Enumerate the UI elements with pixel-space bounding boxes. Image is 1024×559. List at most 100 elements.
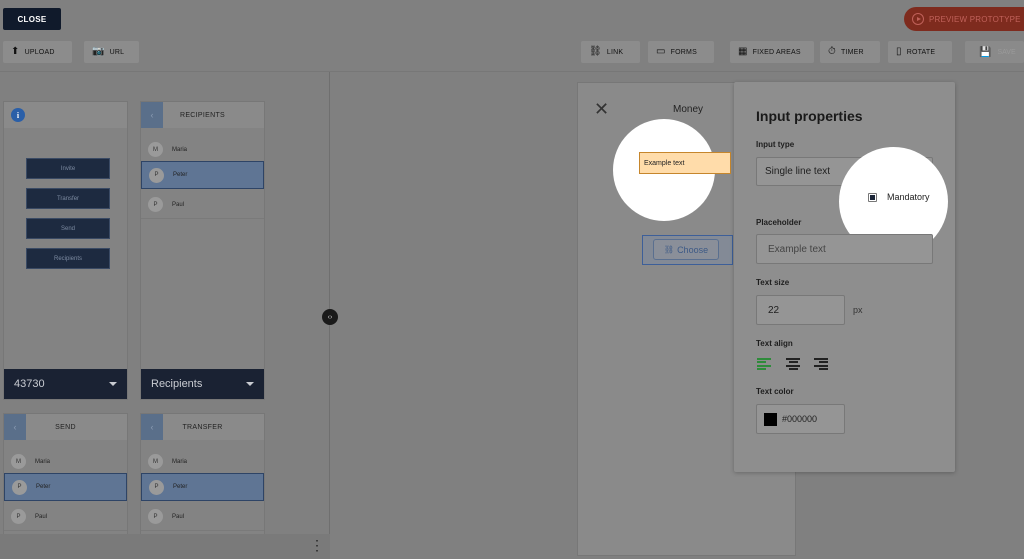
list-item[interactable]: P Paul xyxy=(4,503,127,531)
invite-button-preview[interactable]: Invite xyxy=(26,158,110,179)
list-item-selected[interactable]: P Peter xyxy=(4,473,127,501)
back-arrow-icon: ‹ xyxy=(141,414,163,440)
send-button-preview[interactable]: Send xyxy=(26,218,110,239)
list-item[interactable]: P Paul xyxy=(141,503,264,531)
fixed-areas-label: FIXED AREAS xyxy=(752,48,801,56)
text-size-label: Text size xyxy=(756,278,790,287)
list-item-label: Paul xyxy=(35,513,48,520)
text-align-label: Text align xyxy=(756,339,793,348)
preview-prototype-button[interactable]: PREVIEW PROTOTYPE xyxy=(904,7,1024,31)
text-color-label: Text color xyxy=(756,387,794,396)
timer-button[interactable]: ⏱ TIMER xyxy=(820,41,880,63)
info-icon[interactable]: i xyxy=(11,108,25,122)
list-item[interactable]: M Maria xyxy=(4,448,127,476)
preview-prototype-label: PREVIEW PROTOTYPE xyxy=(929,14,1021,24)
camera-icon: 📷 xyxy=(92,46,105,57)
list-item-label: Maria xyxy=(172,146,188,153)
screen-card-home[interactable]: i Invite Transfer Send Recipients 43730 xyxy=(3,101,128,400)
list-item-label: Paul xyxy=(172,513,185,520)
stopwatch-icon: ⏱ xyxy=(828,46,836,57)
list-item-label: Peter xyxy=(36,484,51,490)
back-arrow-icon: ‹ xyxy=(141,102,163,128)
more-vert-icon[interactable]: ⋮ xyxy=(310,538,324,552)
caret-down-icon xyxy=(109,382,117,386)
text-input-element[interactable]: Example text xyxy=(639,152,731,174)
color-swatch xyxy=(764,412,777,426)
text-color-picker[interactable]: #000000 xyxy=(756,404,845,434)
url-button[interactable]: 📷 URL xyxy=(84,41,139,63)
align-left-icon[interactable] xyxy=(757,357,771,371)
list-item-selected[interactable]: P Peter xyxy=(141,161,264,189)
list-item-label: Maria xyxy=(172,458,188,465)
recipients-button-preview[interactable]: Recipients xyxy=(26,248,110,269)
screen-selector[interactable]: Recipients xyxy=(141,369,264,399)
forms-button[interactable]: ▭ FORMS xyxy=(648,41,714,63)
upload-label: UPLOAD xyxy=(24,48,55,56)
align-right-icon[interactable] xyxy=(814,357,828,371)
save-button[interactable]: 💾 SAVE xyxy=(965,41,1024,63)
input-type-value: Single line text xyxy=(765,166,831,177)
resize-handle-icon[interactable]: ‹› xyxy=(322,309,338,325)
fixed-areas-button[interactable]: ▦ FIXED AREAS xyxy=(730,41,814,63)
close-button[interactable]: CLOSE xyxy=(3,8,61,30)
forms-icon: ▭ xyxy=(656,46,666,57)
text-size-input[interactable]: 22 xyxy=(756,295,845,325)
panel-footer xyxy=(0,534,330,559)
save-label: SAVE xyxy=(997,48,1016,56)
mandatory-label: Mandatory xyxy=(887,192,930,202)
avatar: P xyxy=(148,509,163,524)
close-icon[interactable]: ✕ xyxy=(594,100,609,118)
avatar: P xyxy=(149,167,164,183)
list-item-label: Peter xyxy=(173,172,188,178)
rotate-label: ROTATE xyxy=(906,48,936,56)
avatar: P xyxy=(148,197,163,212)
list-item-label: Maria xyxy=(35,458,51,465)
screen-card-send[interactable]: SEND ‹ M Maria P Peter P Paul xyxy=(3,413,128,538)
text-size-unit: px xyxy=(853,305,863,315)
link-icon: ⛓ xyxy=(663,245,675,254)
avatar: M xyxy=(148,454,163,469)
list-item[interactable]: M Maria xyxy=(141,136,264,164)
screen-title: Money xyxy=(673,104,704,115)
rotate-button[interactable]: ▯ ROTATE xyxy=(888,41,952,63)
panel-title: Input properties xyxy=(756,108,863,124)
list-item[interactable]: P Paul xyxy=(141,191,264,219)
screen-card-transfer[interactable]: TRANSFER ‹ M Maria P Peter P Paul xyxy=(140,413,265,538)
timer-label: TIMER xyxy=(841,48,864,56)
list-item[interactable]: M Maria xyxy=(141,448,264,476)
screen-selector[interactable]: 43730 xyxy=(4,369,127,399)
avatar: P xyxy=(11,509,26,524)
list-item-selected[interactable]: P Peter xyxy=(141,473,264,501)
caret-down-icon xyxy=(246,382,254,386)
choose-button[interactable]: ⛓ Choose xyxy=(653,239,719,260)
back-arrow-icon: ‹ xyxy=(4,414,26,440)
forms-label: FORMS xyxy=(670,48,697,56)
align-center-icon[interactable] xyxy=(786,357,800,371)
link-label: LINK xyxy=(606,48,624,56)
phone-icon: ▯ xyxy=(896,46,902,57)
upload-button[interactable]: ⬆ UPLOAD xyxy=(3,41,72,63)
input-type-label: Input type xyxy=(756,140,795,149)
upload-icon: ⬆ xyxy=(11,46,20,57)
top-bar xyxy=(0,0,1024,38)
placeholder-input[interactable]: Example text xyxy=(756,234,933,264)
screen-card-recipients[interactable]: RECIPIENTS ‹ M Maria P Peter P Paul Reci… xyxy=(140,101,265,400)
link-icon: ⛓ xyxy=(589,46,602,57)
list-item-label: Paul xyxy=(172,201,185,208)
link-button[interactable]: ⛓ LINK xyxy=(581,41,640,63)
avatar: P xyxy=(149,479,164,495)
avatar: M xyxy=(11,454,26,469)
avatar: P xyxy=(12,479,27,495)
list-item-label: Peter xyxy=(173,484,188,490)
choose-label: Choose xyxy=(677,244,709,255)
placeholder-label: Placeholder xyxy=(756,218,802,227)
screen-selector-label: Recipients xyxy=(151,378,203,390)
transfer-button-preview[interactable]: Transfer xyxy=(26,188,110,209)
text-color-value: #000000 xyxy=(782,414,818,424)
screen-selector-label: 43730 xyxy=(14,378,45,390)
url-label: URL xyxy=(109,48,125,56)
avatar: M xyxy=(148,142,163,157)
grid-icon: ▦ xyxy=(738,46,748,57)
save-icon: 💾 xyxy=(979,46,992,58)
mandatory-checkbox[interactable] xyxy=(868,193,877,202)
